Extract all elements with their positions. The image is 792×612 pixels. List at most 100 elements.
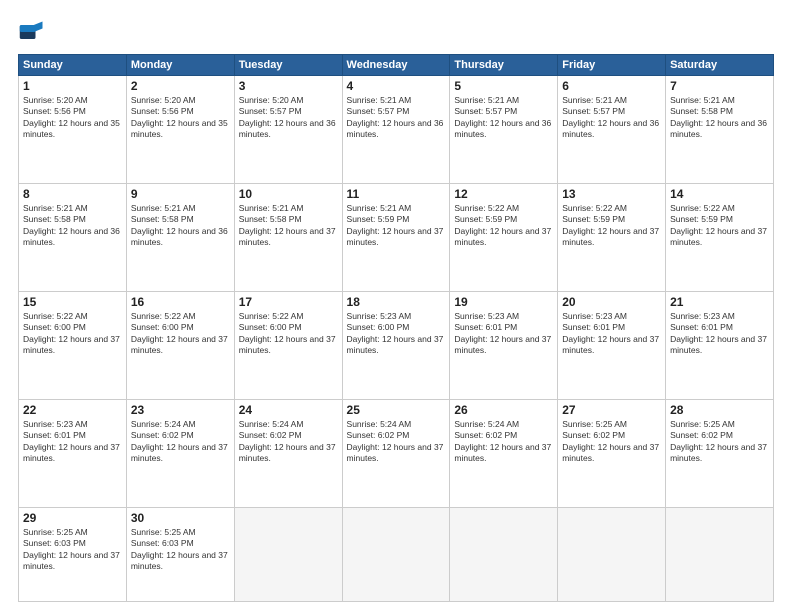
- day-number: 15: [23, 295, 122, 309]
- day-info: Sunrise: 5:22 AM Sunset: 6:00 PM Dayligh…: [131, 311, 230, 357]
- day-number: 8: [23, 187, 122, 201]
- calendar-cell: 5 Sunrise: 5:21 AM Sunset: 5:57 PM Dayli…: [450, 76, 558, 184]
- calendar-cell: 22 Sunrise: 5:23 AM Sunset: 6:01 PM Dayl…: [19, 399, 127, 507]
- day-info: Sunrise: 5:21 AM Sunset: 5:57 PM Dayligh…: [454, 95, 553, 141]
- calendar-cell: 9 Sunrise: 5:21 AM Sunset: 5:58 PM Dayli…: [126, 183, 234, 291]
- logo-icon: [18, 18, 46, 46]
- calendar-cell: 25 Sunrise: 5:24 AM Sunset: 6:02 PM Dayl…: [342, 399, 450, 507]
- day-number: 29: [23, 511, 122, 525]
- calendar-week-4: 22 Sunrise: 5:23 AM Sunset: 6:01 PM Dayl…: [19, 399, 774, 507]
- day-number: 2: [131, 79, 230, 93]
- day-number: 7: [670, 79, 769, 93]
- header-thursday: Thursday: [450, 55, 558, 76]
- header-monday: Monday: [126, 55, 234, 76]
- day-number: 17: [239, 295, 338, 309]
- day-info: Sunrise: 5:25 AM Sunset: 6:02 PM Dayligh…: [562, 419, 661, 465]
- day-number: 9: [131, 187, 230, 201]
- day-number: 14: [670, 187, 769, 201]
- calendar-cell: 21 Sunrise: 5:23 AM Sunset: 6:01 PM Dayl…: [666, 291, 774, 399]
- day-info: Sunrise: 5:22 AM Sunset: 5:59 PM Dayligh…: [562, 203, 661, 249]
- day-info: Sunrise: 5:23 AM Sunset: 6:01 PM Dayligh…: [562, 311, 661, 357]
- page: SundayMondayTuesdayWednesdayThursdayFrid…: [0, 0, 792, 612]
- calendar-cell: 19 Sunrise: 5:23 AM Sunset: 6:01 PM Dayl…: [450, 291, 558, 399]
- day-number: 5: [454, 79, 553, 93]
- calendar-header-row: SundayMondayTuesdayWednesdayThursdayFrid…: [19, 55, 774, 76]
- calendar-cell: [558, 507, 666, 601]
- day-number: 6: [562, 79, 661, 93]
- day-info: Sunrise: 5:24 AM Sunset: 6:02 PM Dayligh…: [347, 419, 446, 465]
- day-number: 1: [23, 79, 122, 93]
- calendar-cell: [342, 507, 450, 601]
- day-number: 12: [454, 187, 553, 201]
- logo: [18, 18, 50, 46]
- day-info: Sunrise: 5:22 AM Sunset: 5:59 PM Dayligh…: [454, 203, 553, 249]
- day-number: 24: [239, 403, 338, 417]
- day-number: 13: [562, 187, 661, 201]
- calendar-cell: 30 Sunrise: 5:25 AM Sunset: 6:03 PM Dayl…: [126, 507, 234, 601]
- calendar-cell: 6 Sunrise: 5:21 AM Sunset: 5:57 PM Dayli…: [558, 76, 666, 184]
- day-info: Sunrise: 5:21 AM Sunset: 5:58 PM Dayligh…: [23, 203, 122, 249]
- day-info: Sunrise: 5:20 AM Sunset: 5:56 PM Dayligh…: [131, 95, 230, 141]
- day-info: Sunrise: 5:25 AM Sunset: 6:03 PM Dayligh…: [131, 527, 230, 573]
- day-info: Sunrise: 5:24 AM Sunset: 6:02 PM Dayligh…: [454, 419, 553, 465]
- calendar-cell: 16 Sunrise: 5:22 AM Sunset: 6:00 PM Dayl…: [126, 291, 234, 399]
- calendar-cell: 26 Sunrise: 5:24 AM Sunset: 6:02 PM Dayl…: [450, 399, 558, 507]
- header-wednesday: Wednesday: [342, 55, 450, 76]
- calendar-cell: 7 Sunrise: 5:21 AM Sunset: 5:58 PM Dayli…: [666, 76, 774, 184]
- calendar-week-5: 29 Sunrise: 5:25 AM Sunset: 6:03 PM Dayl…: [19, 507, 774, 601]
- day-info: Sunrise: 5:22 AM Sunset: 5:59 PM Dayligh…: [670, 203, 769, 249]
- header-friday: Friday: [558, 55, 666, 76]
- day-info: Sunrise: 5:23 AM Sunset: 6:01 PM Dayligh…: [670, 311, 769, 357]
- day-number: 21: [670, 295, 769, 309]
- calendar-cell: 27 Sunrise: 5:25 AM Sunset: 6:02 PM Dayl…: [558, 399, 666, 507]
- day-info: Sunrise: 5:24 AM Sunset: 6:02 PM Dayligh…: [239, 419, 338, 465]
- day-number: 20: [562, 295, 661, 309]
- calendar-cell: 11 Sunrise: 5:21 AM Sunset: 5:59 PM Dayl…: [342, 183, 450, 291]
- day-number: 30: [131, 511, 230, 525]
- day-info: Sunrise: 5:21 AM Sunset: 5:58 PM Dayligh…: [239, 203, 338, 249]
- calendar-cell: 2 Sunrise: 5:20 AM Sunset: 5:56 PM Dayli…: [126, 76, 234, 184]
- calendar-cell: 10 Sunrise: 5:21 AM Sunset: 5:58 PM Dayl…: [234, 183, 342, 291]
- calendar-cell: 3 Sunrise: 5:20 AM Sunset: 5:57 PM Dayli…: [234, 76, 342, 184]
- day-info: Sunrise: 5:21 AM Sunset: 5:57 PM Dayligh…: [347, 95, 446, 141]
- day-info: Sunrise: 5:23 AM Sunset: 6:01 PM Dayligh…: [454, 311, 553, 357]
- day-info: Sunrise: 5:25 AM Sunset: 6:02 PM Dayligh…: [670, 419, 769, 465]
- header-tuesday: Tuesday: [234, 55, 342, 76]
- day-info: Sunrise: 5:20 AM Sunset: 5:56 PM Dayligh…: [23, 95, 122, 141]
- day-number: 11: [347, 187, 446, 201]
- calendar-cell: [450, 507, 558, 601]
- day-number: 25: [347, 403, 446, 417]
- day-number: 4: [347, 79, 446, 93]
- header-sunday: Sunday: [19, 55, 127, 76]
- day-info: Sunrise: 5:23 AM Sunset: 6:00 PM Dayligh…: [347, 311, 446, 357]
- calendar-week-3: 15 Sunrise: 5:22 AM Sunset: 6:00 PM Dayl…: [19, 291, 774, 399]
- day-info: Sunrise: 5:23 AM Sunset: 6:01 PM Dayligh…: [23, 419, 122, 465]
- calendar-cell: 1 Sunrise: 5:20 AM Sunset: 5:56 PM Dayli…: [19, 76, 127, 184]
- calendar-cell: 29 Sunrise: 5:25 AM Sunset: 6:03 PM Dayl…: [19, 507, 127, 601]
- day-info: Sunrise: 5:21 AM Sunset: 5:58 PM Dayligh…: [670, 95, 769, 141]
- top-area: [18, 18, 774, 46]
- day-number: 18: [347, 295, 446, 309]
- calendar-week-2: 8 Sunrise: 5:21 AM Sunset: 5:58 PM Dayli…: [19, 183, 774, 291]
- calendar-cell: 17 Sunrise: 5:22 AM Sunset: 6:00 PM Dayl…: [234, 291, 342, 399]
- calendar-cell: [234, 507, 342, 601]
- calendar-cell: 24 Sunrise: 5:24 AM Sunset: 6:02 PM Dayl…: [234, 399, 342, 507]
- calendar-cell: 18 Sunrise: 5:23 AM Sunset: 6:00 PM Dayl…: [342, 291, 450, 399]
- day-number: 28: [670, 403, 769, 417]
- day-number: 3: [239, 79, 338, 93]
- calendar-cell: 28 Sunrise: 5:25 AM Sunset: 6:02 PM Dayl…: [666, 399, 774, 507]
- calendar-cell: 13 Sunrise: 5:22 AM Sunset: 5:59 PM Dayl…: [558, 183, 666, 291]
- day-info: Sunrise: 5:20 AM Sunset: 5:57 PM Dayligh…: [239, 95, 338, 141]
- day-info: Sunrise: 5:21 AM Sunset: 5:57 PM Dayligh…: [562, 95, 661, 141]
- day-info: Sunrise: 5:21 AM Sunset: 5:58 PM Dayligh…: [131, 203, 230, 249]
- calendar-cell: 8 Sunrise: 5:21 AM Sunset: 5:58 PM Dayli…: [19, 183, 127, 291]
- day-number: 16: [131, 295, 230, 309]
- calendar-cell: 4 Sunrise: 5:21 AM Sunset: 5:57 PM Dayli…: [342, 76, 450, 184]
- calendar-table: SundayMondayTuesdayWednesdayThursdayFrid…: [18, 54, 774, 602]
- calendar-cell: [666, 507, 774, 601]
- day-info: Sunrise: 5:21 AM Sunset: 5:59 PM Dayligh…: [347, 203, 446, 249]
- day-info: Sunrise: 5:24 AM Sunset: 6:02 PM Dayligh…: [131, 419, 230, 465]
- day-number: 26: [454, 403, 553, 417]
- day-info: Sunrise: 5:25 AM Sunset: 6:03 PM Dayligh…: [23, 527, 122, 573]
- day-info: Sunrise: 5:22 AM Sunset: 6:00 PM Dayligh…: [239, 311, 338, 357]
